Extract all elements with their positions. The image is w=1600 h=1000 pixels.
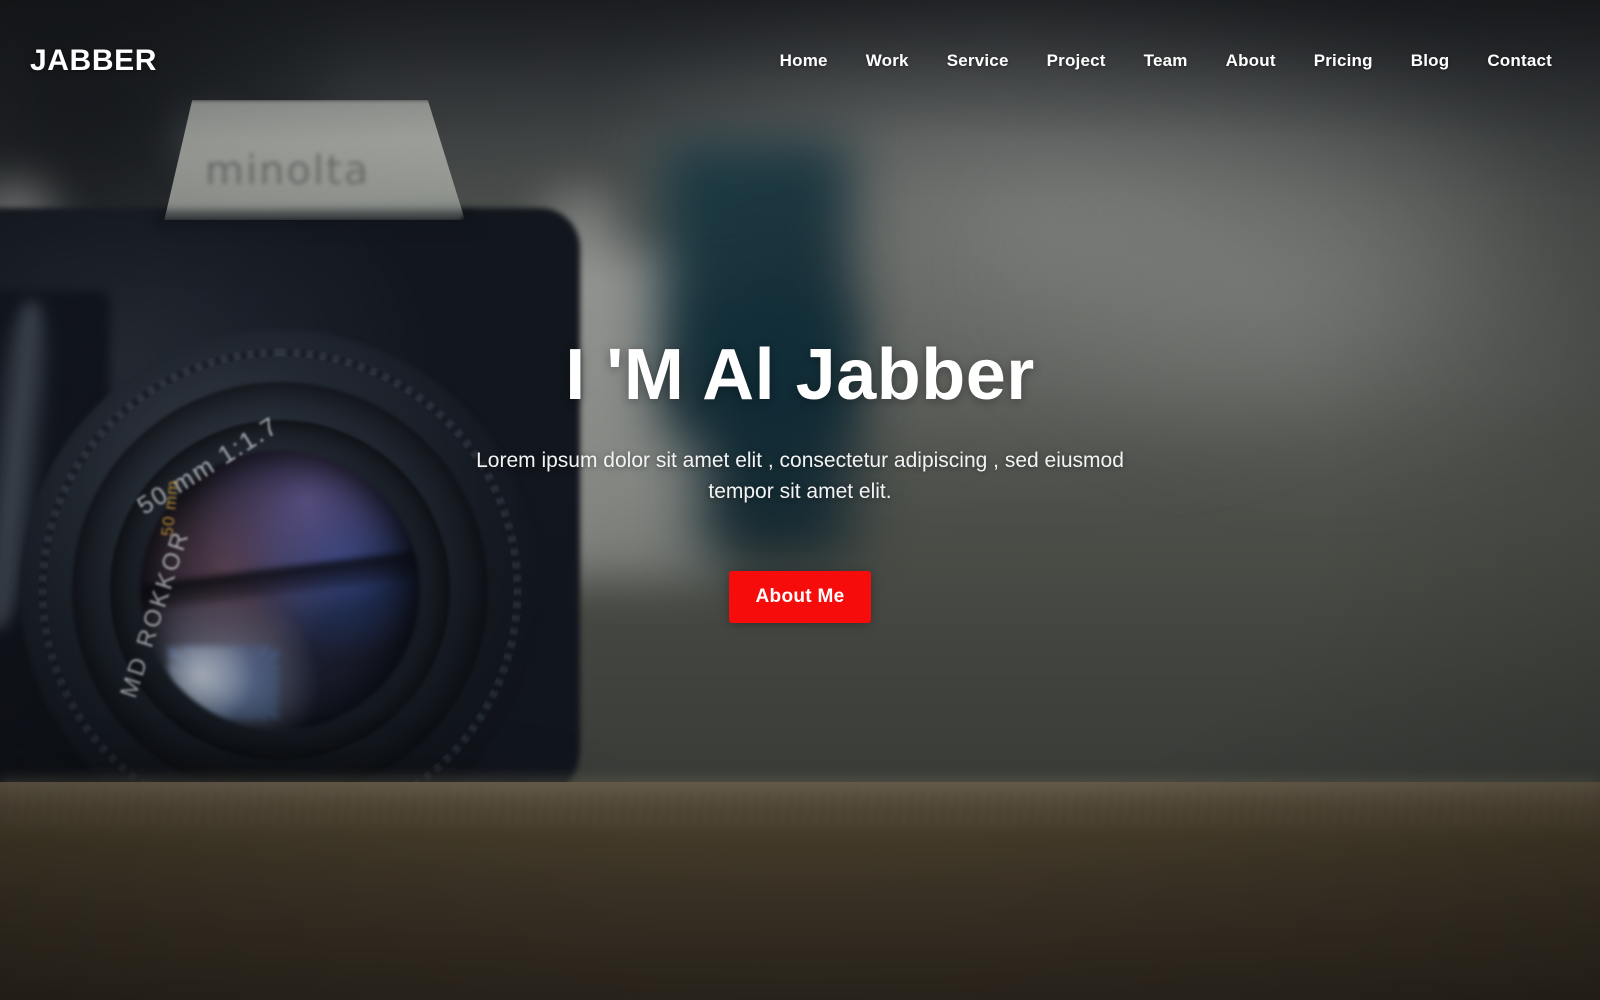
nav-item-home[interactable]: Home	[761, 45, 847, 77]
hero-subtitle: Lorem ipsum dolor sit amet elit , consec…	[476, 449, 1124, 504]
nav-item-pricing[interactable]: Pricing	[1295, 45, 1392, 77]
main-navbar: JABBER Home Work Service Project Team Ab…	[0, 0, 1600, 122]
nav-item-service[interactable]: Service	[928, 45, 1028, 77]
nav-menu: Home Work Service Project Team About Pri…	[761, 45, 1568, 77]
site-logo[interactable]: JABBER	[30, 44, 157, 78]
nav-item-project[interactable]: Project	[1028, 45, 1125, 77]
nav-item-blog[interactable]: Blog	[1392, 45, 1469, 77]
nav-item-team[interactable]: Team	[1125, 45, 1207, 77]
hero-content: I 'M Al Jabber Lorem ipsum dolor sit ame…	[0, 0, 1600, 1000]
nav-item-contact[interactable]: Contact	[1468, 45, 1568, 77]
hero-section: minolta 50 mm 1:1.7 MD ROKKOR MINOLTA 50…	[0, 0, 1600, 1000]
hero-title: I 'M Al Jabber	[565, 334, 1035, 415]
nav-item-about[interactable]: About	[1207, 45, 1295, 77]
about-me-button[interactable]: About Me	[728, 571, 872, 624]
nav-item-work[interactable]: Work	[847, 45, 928, 77]
